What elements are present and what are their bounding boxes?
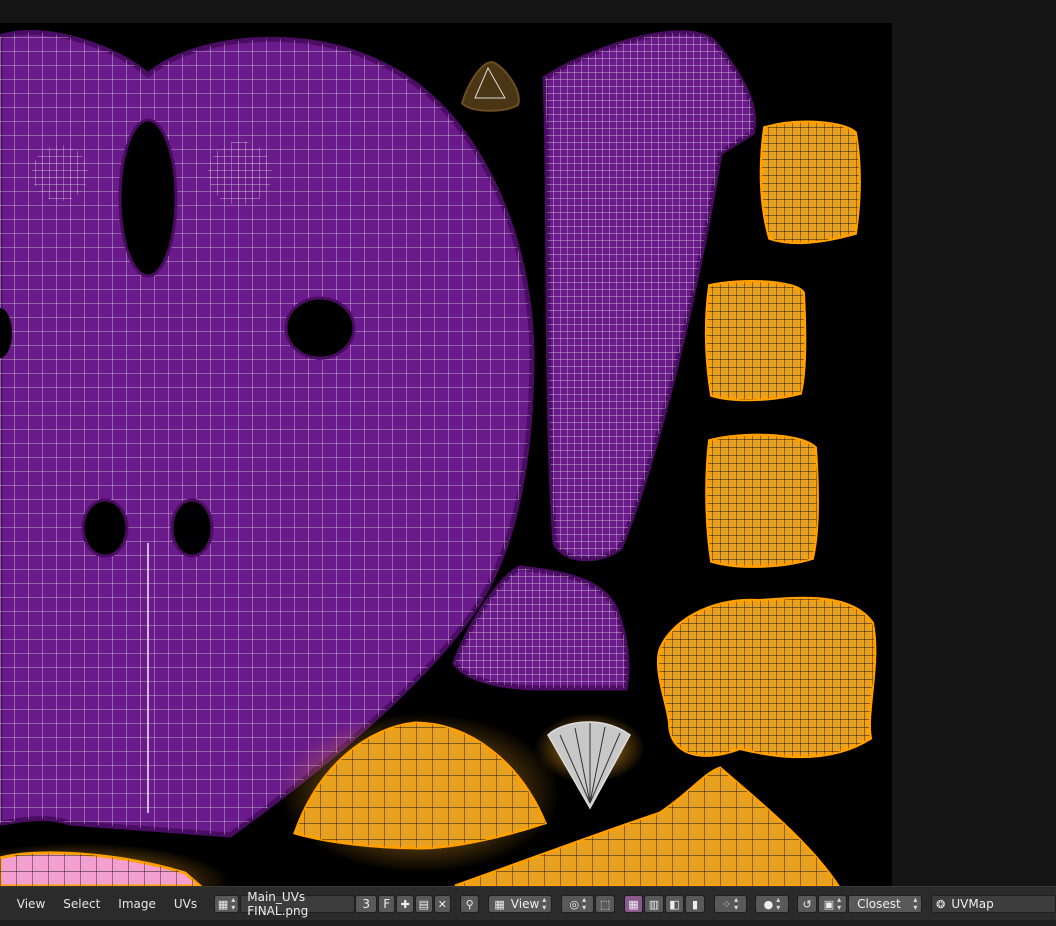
edge-select-icon: ▥ (648, 897, 660, 911)
new-image-button[interactable]: ✚ (396, 895, 415, 913)
uv-island-blob[interactable] (656, 596, 877, 759)
interpolation-label: Closest (857, 897, 901, 911)
image-browse-button[interactable]: ▦ ▴ ▾ (213, 895, 240, 913)
uv-island-square-2[interactable] (704, 279, 807, 402)
view-mode-icon: ▦ (494, 897, 505, 911)
menu-uvs[interactable]: UVs (165, 897, 206, 911)
proportional-edit-icon: ● (763, 897, 774, 911)
folder-icon: ▤ (418, 897, 429, 911)
sticky-selection-icon: ⁘ (721, 897, 732, 911)
uv-editor-header: View Select Image UVs ▦ ▴ ▾ Main_UVs FINA… (0, 886, 1056, 921)
select-face-button[interactable]: ◧ (664, 895, 685, 913)
chevron-updown-icon: ▴ ▾ (734, 895, 739, 912)
chevron-updown-icon: ▴ ▾ (542, 895, 547, 912)
uvmap-icon: ❂ (936, 897, 946, 911)
uv-island-square-1[interactable] (759, 120, 861, 245)
select-edge-button[interactable]: ▥ (644, 895, 664, 913)
snap-element-dropdown[interactable]: ▣ ▴ ▾ (817, 895, 848, 913)
snap-icon: ↺ (802, 897, 812, 911)
chevron-updown-icon: ▴ ▾ (776, 895, 781, 912)
chevron-updown-icon: ▴ ▾ (582, 895, 587, 912)
uv-islands (0, 29, 877, 886)
uv-island-bottom-left[interactable] (0, 843, 230, 886)
interpolation-dropdown[interactable]: Closest ▴ ▾ (848, 895, 923, 913)
plus-icon: ✚ (400, 897, 410, 911)
view-mode-label: View (510, 897, 540, 911)
snap-element-icon: ▣ (823, 897, 835, 911)
snap-toggle-button[interactable]: ↺ (797, 895, 817, 913)
sync-selection-button[interactable]: ⬚ (595, 895, 615, 913)
view-mode-dropdown[interactable]: ▦ View ▴ ▾ (488, 895, 553, 913)
pin-icon: ⚲ (465, 897, 474, 911)
sticky-selection-dropdown[interactable]: ⁘ ▴ ▾ (713, 895, 747, 913)
fake-user-button[interactable]: F (377, 895, 396, 913)
user-count-badge: 3 (355, 895, 377, 913)
uv-island-arc[interactable] (280, 713, 560, 873)
close-icon: ✕ (437, 897, 447, 911)
uv-editor-canvas[interactable] (0, 23, 892, 886)
menu-image[interactable]: Image (109, 897, 165, 911)
bottom-strip (0, 920, 1056, 926)
sync-selection-icon: ⬚ (599, 897, 611, 911)
pivot-dropdown[interactable]: ◎ ▴ ▾ (561, 895, 595, 913)
proportional-edit-dropdown[interactable]: ● ▴ ▾ (755, 895, 789, 913)
uv-island-triangle[interactable] (460, 61, 520, 112)
uvmap-selector[interactable]: ❂ UVMap (931, 895, 1056, 913)
image-name-field[interactable]: Main_UVs FINAL.png (240, 890, 356, 918)
image-icon: ▦ (217, 897, 229, 911)
open-image-button[interactable]: ▤ (415, 895, 433, 913)
vertex-select-icon: ▦ (628, 897, 639, 911)
island-select-icon: ▮ (691, 897, 698, 911)
chevron-updown-icon: ▴ ▾ (231, 895, 236, 912)
unlink-image-button[interactable]: ✕ (433, 895, 452, 913)
menu-select[interactable]: Select (54, 897, 109, 911)
face-select-icon: ◧ (669, 897, 680, 911)
side-panel-area (892, 23, 1056, 886)
pivot-icon: ◎ (569, 897, 580, 911)
uv-island-head[interactable] (0, 29, 535, 838)
pin-button[interactable]: ⚲ (459, 895, 480, 913)
menu-view[interactable]: View (8, 897, 54, 911)
chevron-updown-icon: ▴ ▾ (913, 895, 918, 912)
chevron-updown-icon: ▴ ▾ (837, 895, 842, 912)
uv-island-square-3[interactable] (705, 433, 819, 568)
select-island-button[interactable]: ▮ (685, 895, 705, 913)
editor-top-strip (0, 0, 1056, 23)
uvmap-label: UVMap (951, 897, 994, 911)
select-vertex-button[interactable]: ▦ (623, 895, 644, 913)
